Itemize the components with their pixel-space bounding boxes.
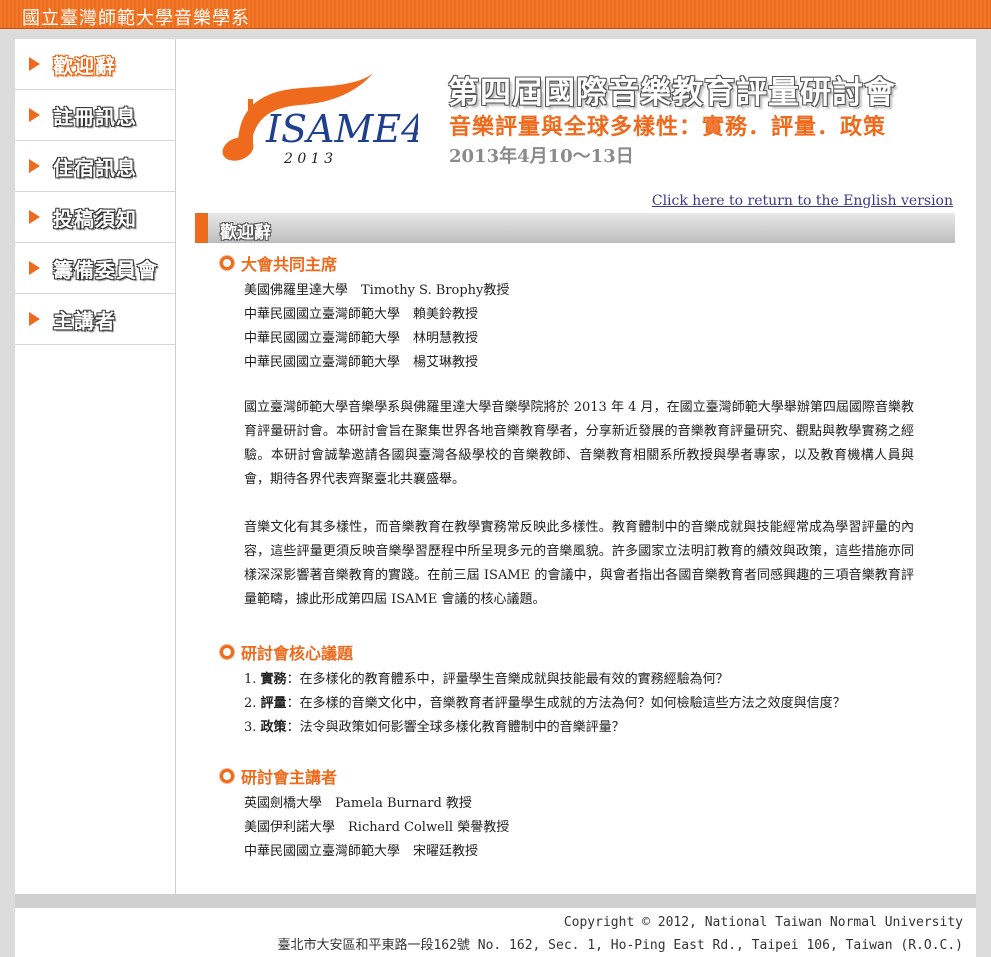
keynotes-heading: 研討會主講者 (220, 764, 337, 788)
themes-heading: 研討會核心議題 (220, 640, 353, 664)
cochair-line: 中華民國國立臺灣師範大學 楊艾琳教授 (244, 355, 479, 370)
sidebar-item-welcome[interactable]: 歡迎辭 (15, 39, 175, 90)
keynote-line: 英國劍橋大學 Pamela Burnard 教授 (244, 796, 472, 811)
circle-bullet-icon (220, 256, 234, 270)
page-frame: 歡迎辭 註冊訊息 住宿訊息 投稿須知 籌備委員會 主講者 ISAME4 2 0 … (15, 39, 976, 957)
theme-item: 2. 評量：在多樣的音樂文化中，音樂教育者評量學生成就的方法為何？如何檢驗這些方… (244, 692, 846, 711)
theme-text: ：在多樣化的教育體系中，評量學生音樂成就與技能最有效的實務經驗為何？ (286, 672, 729, 687)
theme-item: 1. 實務：在多樣化的教育體系中，評量學生音樂成就與技能最有效的實務經驗為何？ (244, 668, 729, 687)
cochairs-heading: 大會共同主席 (220, 251, 337, 275)
top-banner: 國立臺灣師範大學音樂學系 (0, 0, 991, 29)
theme-text: ：法令與政策如何影響全球多樣化教育體制中的音樂評量？ (286, 720, 625, 735)
section-header: 歡迎辭 (195, 213, 955, 243)
cochair-line: 美國佛羅里達大學 Timothy S. Brophy教授 (244, 283, 510, 298)
sidebar-item-label: 歡迎辭 (53, 53, 116, 78)
circle-bullet-icon (220, 645, 234, 659)
conference-title: 第四屆國際音樂教育評量研討會 (448, 75, 896, 111)
logo-year: 2 0 1 3 (283, 151, 333, 167)
sidebar-item-submission[interactable]: 投稿須知 (15, 192, 175, 243)
footer-copyright: Copyright © 2012, National Taiwan Normal… (563, 915, 963, 930)
sidebar-item-label: 投稿須知 (53, 206, 137, 231)
intro-paragraph-2: 音樂文化有其多樣性，而音樂教育在教學實務常反映此多樣性。教育體制中的音樂成就與技… (244, 520, 914, 607)
theme-term: 評量 (260, 696, 287, 711)
theme-item: 3. 政策：法令與政策如何影響全球多樣化教育體制中的音樂評量？ (244, 716, 625, 735)
sidebar-item-label: 主講者 (53, 308, 116, 333)
arrow-right-icon (29, 261, 40, 275)
conference-subtitle: 音樂評量與全球多樣性：實務．評量．政策 (449, 115, 887, 140)
sidebar-item-accommodation[interactable]: 住宿訊息 (15, 141, 175, 192)
sidebar-item-label: 註冊訊息 (53, 104, 137, 129)
isame-logo: ISAME4 2 0 1 3 (222, 73, 418, 167)
sidebar: 歡迎辭 註冊訊息 住宿訊息 投稿須知 籌備委員會 主講者 (15, 39, 176, 894)
footer-address: 臺北市大安區和平東路一段162號 No. 162, Sec. 1, Ho-Pin… (277, 938, 963, 953)
site-title: 國立臺灣師範大學音樂學系 (22, 8, 250, 29)
sidebar-item-committee[interactable]: 籌備委員會 (15, 243, 175, 294)
sidebar-item-speakers[interactable]: 主講者 (15, 294, 175, 345)
circle-bullet-icon (220, 769, 234, 783)
cochair-line: 中華民國國立臺灣師範大學 林明慧教授 (244, 331, 479, 346)
sidebar-item-label: 籌備委員會 (53, 257, 158, 282)
logo-text: ISAME4 (265, 107, 418, 151)
theme-term: 實務 (260, 672, 287, 687)
keynotes-heading-text: 研討會主講者 (241, 768, 338, 787)
theme-number: 1. (244, 672, 257, 687)
cochair-line: 中華民國國立臺灣師範大學 賴美鈴教授 (244, 307, 479, 322)
section-title: 歡迎辭 (220, 223, 271, 243)
english-version-link[interactable]: Click here to return to the English vers… (652, 193, 953, 209)
theme-number: 3. (244, 720, 257, 735)
keynote-line: 美國伊利諾大學 Richard Colwell 榮譽教授 (244, 820, 510, 835)
intro-paragraph-1: 國立臺灣師範大學音樂學系與佛羅里達大學音樂學院將於 2013 年 4 月，在國立… (244, 400, 914, 487)
arrow-right-icon (29, 159, 40, 173)
conference-date: 2013年4月10～13日 (449, 146, 634, 167)
arrow-right-icon (29, 57, 40, 71)
themes-heading-text: 研討會核心議題 (241, 644, 354, 663)
theme-number: 2. (244, 696, 257, 711)
arrow-right-icon (29, 108, 40, 122)
arrow-right-icon (29, 312, 40, 326)
footer-divider (15, 894, 976, 908)
sidebar-item-label: 住宿訊息 (53, 155, 137, 180)
arrow-right-icon (29, 210, 40, 224)
keynote-line: 中華民國國立臺灣師範大學 宋曜廷教授 (244, 844, 479, 859)
theme-text: ：在多樣的音樂文化中，音樂教育者評量學生成就的方法為何？如何檢驗這些方法之效度與… (286, 696, 846, 711)
sidebar-item-registration[interactable]: 註冊訊息 (15, 90, 175, 141)
theme-term: 政策 (260, 720, 287, 735)
cochairs-heading-text: 大會共同主席 (241, 255, 338, 274)
